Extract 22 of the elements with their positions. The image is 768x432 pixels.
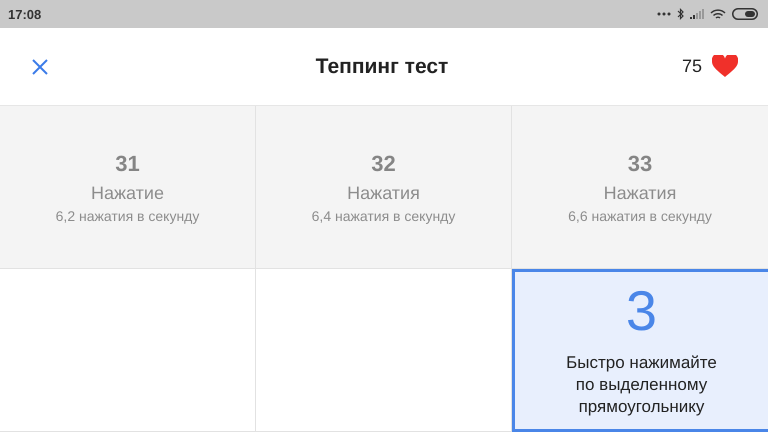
tap-count: 32 — [371, 150, 396, 176]
signal-icon — [690, 9, 704, 19]
tap-rate: 6,6 нажатия в секунду — [568, 208, 712, 224]
close-icon — [32, 58, 48, 74]
tap-label: Нажатия — [604, 182, 676, 204]
more-dots-icon — [657, 12, 671, 16]
tap-rate: 6,4 нажатия в секунду — [312, 208, 456, 224]
instruction-text: Быстро нажимайте по выделенному прямоугольнику — [565, 352, 718, 418]
countdown-number: 3 — [626, 280, 658, 342]
tap-label: Нажатия — [347, 182, 420, 204]
heart-icon — [712, 55, 738, 78]
wifi-icon — [710, 8, 726, 20]
tap-count: 33 — [628, 150, 652, 176]
screen-title: Теппинг тест — [316, 54, 448, 78]
lives-count: 75 — [682, 56, 702, 77]
bluetooth-icon — [677, 8, 684, 20]
tap-count: 31 — [115, 150, 140, 176]
target-tile[interactable]: 3 Быстро нажимайте по выделенному прямоугольнику — [512, 269, 768, 432]
clock: 17:08 — [8, 6, 42, 22]
tap-rate: 6,2 нажатия в секунду — [56, 208, 200, 224]
battery-icon — [732, 8, 758, 20]
tap-label: Нажатие — [91, 182, 164, 204]
